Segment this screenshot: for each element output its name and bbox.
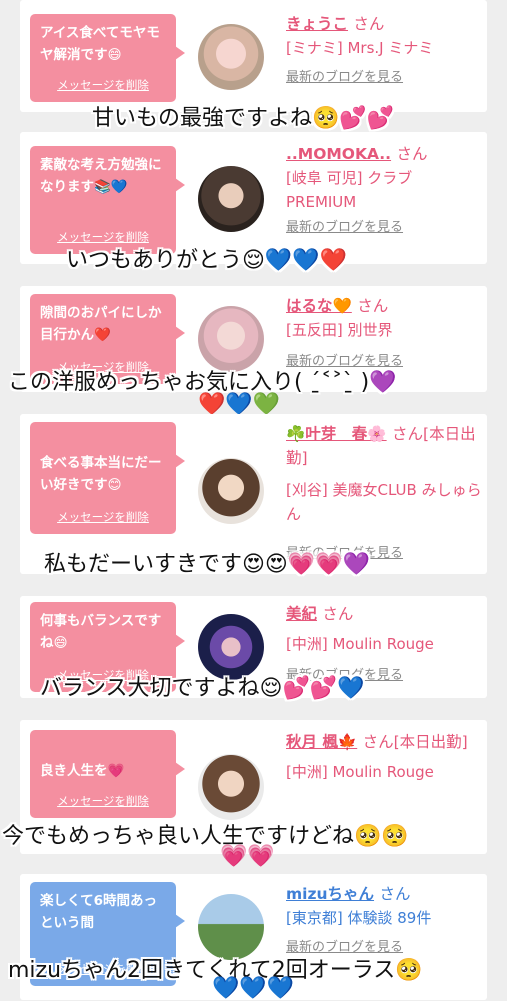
avatar[interactable] bbox=[198, 166, 264, 232]
shop-name[interactable]: [東京都] 体験談 89件 bbox=[286, 906, 482, 930]
user-name[interactable]: mizuちゃん さん bbox=[286, 882, 482, 906]
message-text: 隙間のおパイにしか目行かん❤️ bbox=[40, 305, 162, 343]
message-text: 楽しくて6時間あっという間 bbox=[40, 893, 157, 931]
shop-name[interactable]: [ミナミ] Mrs.J ミナミ bbox=[286, 36, 482, 60]
user-name[interactable]: きょうこ さん bbox=[286, 12, 482, 36]
comment-overlay: 今でもめっちゃ良い人生ですけどね🥺🥺 bbox=[2, 824, 409, 849]
latest-blog-link[interactable]: 最新のブログを見る bbox=[286, 218, 482, 238]
avatar[interactable] bbox=[198, 306, 264, 372]
latest-blog-link[interactable]: 最新のブログを見る bbox=[286, 68, 482, 88]
user-name[interactable]: ..MOMOKA.. さん bbox=[286, 142, 482, 166]
shop-name[interactable]: [中洲] Moulin Rouge bbox=[286, 632, 482, 656]
user-name[interactable]: ☘️叶芽 春🌸 さん[本日出勤] bbox=[286, 422, 482, 470]
message-bubble: 食べる事本当にだーい好きです😊 メッセージを削除 bbox=[30, 422, 185, 534]
avatar[interactable] bbox=[198, 458, 264, 524]
user-name[interactable]: はるな🧡 さん bbox=[286, 294, 482, 318]
message-bubble: 素敵な考え方勉強になります📚💙 メッセージを削除 bbox=[30, 146, 185, 254]
shop-name[interactable]: [中洲] Moulin Rouge bbox=[286, 760, 482, 784]
message-text: 良き人生を💗 bbox=[40, 763, 125, 779]
message-text: 素敵な考え方勉強になります📚💙 bbox=[40, 157, 162, 195]
comment-overlay: 私もだーいすきです😍😍💗💗💜 bbox=[44, 552, 371, 577]
avatar[interactable] bbox=[198, 754, 264, 820]
comment-overlay-line2: 💙💙💙 bbox=[212, 976, 295, 1001]
message-text: 何事もバランスですね😄 bbox=[40, 613, 162, 651]
comment-overlay-line2: 💗💗 bbox=[220, 844, 275, 869]
message-card: アイス食べてモヤモヤ解消です😄 メッセージを削除 きょうこ さん [ミナミ] M… bbox=[20, 0, 487, 112]
shop-name[interactable]: [岐阜 可児] クラブ PREMIUM bbox=[286, 166, 482, 214]
message-text: 食べる事本当にだーい好きです😊 bbox=[40, 455, 162, 493]
delete-message-link[interactable]: メッセージを削除 bbox=[30, 506, 176, 528]
comment-overlay: いつもありがとう😌💙💙❤️ bbox=[66, 248, 348, 273]
user-name[interactable]: 美紀 さん bbox=[286, 602, 482, 626]
message-text: アイス食べてモヤモヤ解消です😄 bbox=[40, 25, 160, 63]
avatar[interactable] bbox=[198, 24, 264, 90]
shop-name[interactable]: [刈谷] 美魔女CLUB みしゅらん bbox=[286, 478, 482, 526]
message-bubble: アイス食べてモヤモヤ解消です😄 メッセージを削除 bbox=[30, 14, 185, 102]
avatar[interactable] bbox=[198, 894, 264, 960]
delete-message-link[interactable]: メッセージを削除 bbox=[30, 74, 176, 96]
comment-overlay: バランス大切ですよね😌💕💕💙 bbox=[40, 676, 365, 701]
user-name[interactable]: 秋月 楓🍁 さん[本日出勤] bbox=[286, 730, 482, 754]
message-bubble: 良き人生を💗 メッセージを削除 bbox=[30, 730, 185, 818]
comment-overlay: 甘いもの最強ですよね🥺💕💕 bbox=[92, 106, 395, 131]
shop-name[interactable]: [五反田] 別世界 bbox=[286, 318, 482, 342]
delete-message-link[interactable]: メッセージを削除 bbox=[30, 790, 176, 812]
